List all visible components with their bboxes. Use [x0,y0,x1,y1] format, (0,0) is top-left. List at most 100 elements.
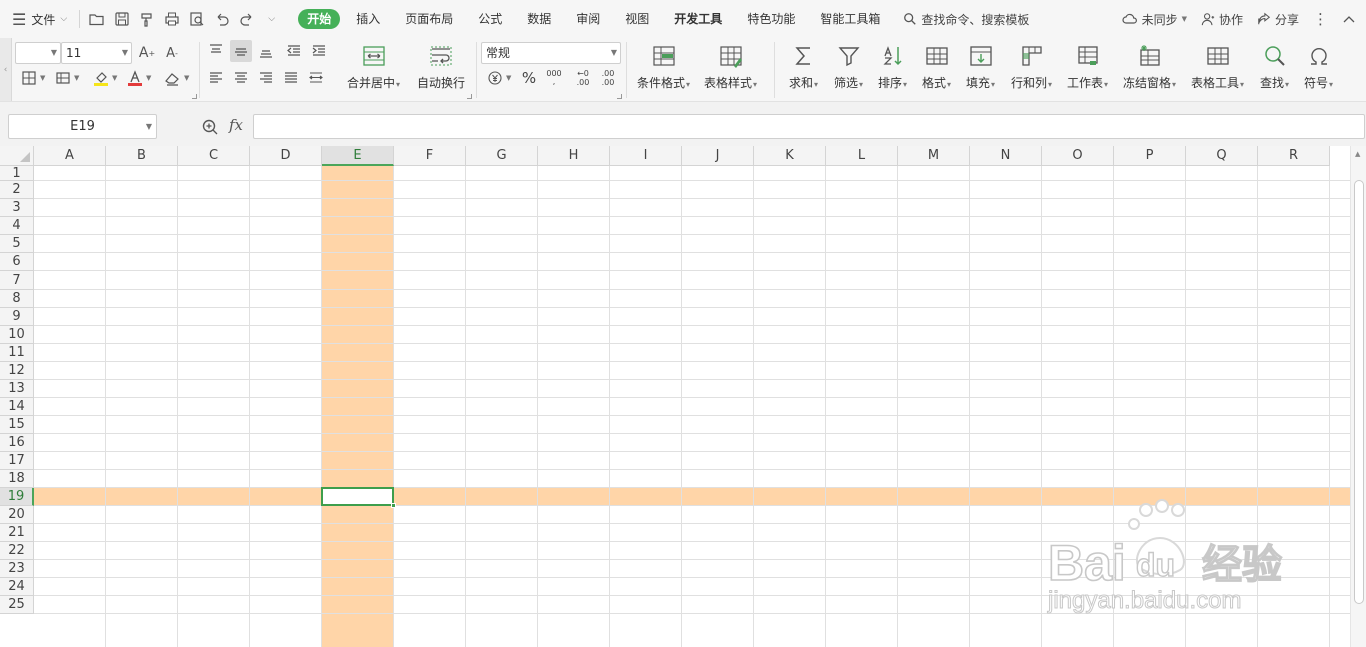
row-header-11[interactable]: 11 [0,344,34,362]
column-header-c[interactable]: C [178,146,250,166]
print-preview-icon[interactable] [184,8,209,30]
row-header-14[interactable]: 14 [0,398,34,416]
increase-indent-icon[interactable] [308,40,330,62]
row-header-8[interactable]: 8 [0,290,34,308]
column-header-n[interactable]: N [970,146,1042,166]
tab-home[interactable]: 开始 [298,9,341,29]
row-header-6[interactable]: 6 [0,253,34,271]
row-header-20[interactable]: 20 [0,506,34,524]
column-header-b[interactable]: B [106,146,178,166]
column-header-g[interactable]: G [466,146,538,166]
decrease-indent-icon[interactable] [283,40,305,62]
column-header-p[interactable]: P [1114,146,1186,166]
tab-developer[interactable]: 开发工具 [662,9,734,29]
increase-font-icon[interactable]: A + [136,42,158,64]
font-color-icon[interactable] [124,67,146,89]
tab-view[interactable]: 视图 [613,9,661,29]
formula-input[interactable] [253,114,1365,139]
column-header-o[interactable]: O [1042,146,1114,166]
open-folder-icon[interactable] [84,8,109,30]
column-header-k[interactable]: K [754,146,826,166]
align-right-icon[interactable] [255,67,277,89]
row-header-25[interactable]: 25 [0,596,34,614]
spreadsheet-grid[interactable]: A B C D E F G H I J K L M N O P Q R 1 2 3 4 5 6 7 8 9 10 11 12 13 14 15 1… [0,146,1350,647]
command-search[interactable]: 查找命令、搜索模板 [903,11,1029,28]
row-header-17[interactable]: 17 [0,452,34,470]
format-painter-icon[interactable] [134,8,159,30]
scrollbar-thumb[interactable] [1354,180,1364,604]
format-button[interactable]: 格式▾ [922,42,951,91]
undo-icon[interactable] [209,8,234,30]
worksheet-button[interactable]: 工作表▾ [1067,42,1108,91]
select-all-corner[interactable] [0,146,34,166]
symbol-button[interactable]: 符号▾ [1304,42,1333,91]
save-icon[interactable] [109,8,134,30]
alignment-dialog-launcher[interactable] [467,94,472,99]
ribbon-scroll-left[interactable]: ‹ [0,38,12,101]
row-header-23[interactable]: 23 [0,560,34,578]
eraser-icon[interactable] [161,67,183,89]
column-header-f[interactable]: F [394,146,466,166]
fill-button[interactable]: 填充▾ [966,42,995,91]
conditional-format-button[interactable]: 条件格式▾ [637,42,690,91]
borders-icon[interactable] [18,67,40,89]
freeze-panes-button[interactable]: 冻结窗格▾ [1123,42,1176,91]
cell-style-icon[interactable] [52,67,74,89]
find-button[interactable]: 查找▾ [1260,42,1289,91]
table-tools-button[interactable]: 表格工具▾ [1191,42,1244,91]
row-header-1[interactable]: 1 [0,166,34,181]
row-header-21[interactable]: 21 [0,524,34,542]
fill-handle[interactable] [391,503,396,508]
print-icon[interactable] [159,8,184,30]
row-header-13[interactable]: 13 [0,380,34,398]
column-header-m[interactable]: M [898,146,970,166]
decrease-font-icon[interactable]: A- [161,42,183,64]
collaborate-button[interactable]: 协作 [1201,11,1243,28]
redo-icon[interactable] [234,8,259,30]
filter-button[interactable]: 筛选▾ [834,42,863,91]
row-header-3[interactable]: 3 [0,199,34,217]
decrease-decimal-button[interactable]: .00.00 [597,67,619,89]
column-header-q[interactable]: Q [1186,146,1258,166]
name-box[interactable]: E19 ▼ [8,114,157,139]
sort-button[interactable]: 排序▾ [878,42,907,91]
tab-review[interactable]: 审阅 [564,9,612,29]
align-left-icon[interactable] [205,67,227,89]
increase-decimal-button[interactable]: ←0.00 [572,67,594,89]
align-top-icon[interactable] [205,40,227,62]
file-menu[interactable]: ☰ 文件 ⌵ [12,10,67,29]
tab-data[interactable]: 数据 [515,9,563,29]
row-header-2[interactable]: 2 [0,181,34,199]
number-format-select[interactable]: 常规 ▼ [481,42,621,64]
column-header-r[interactable]: R [1258,146,1330,166]
row-header-4[interactable]: 4 [0,217,34,235]
auto-wrap-button[interactable]: 自动换行 [417,42,465,91]
tab-special-features[interactable]: 特色功能 [735,9,807,29]
column-header-d[interactable]: D [250,146,322,166]
collapse-ribbon-icon[interactable] [1342,14,1356,24]
align-bottom-icon[interactable] [255,40,277,62]
column-header-a[interactable]: A [34,146,106,166]
row-header-16[interactable]: 16 [0,434,34,452]
row-header-18[interactable]: 18 [0,470,34,488]
row-header-9[interactable]: 9 [0,308,34,326]
row-header-5[interactable]: 5 [0,235,34,253]
sum-button[interactable]: 求和▾ [789,42,818,91]
active-cell[interactable] [321,487,394,506]
row-header-10[interactable]: 10 [0,326,34,344]
column-header-i[interactable]: I [610,146,682,166]
row-header-7[interactable]: 7 [0,271,34,290]
tab-insert[interactable]: 插入 [344,9,392,29]
font-name-select[interactable]: ▼ [15,42,61,64]
sync-status[interactable]: 未同步 ▼ [1122,11,1187,28]
column-header-j[interactable]: J [682,146,754,166]
column-header-l[interactable]: L [826,146,898,166]
tab-page-layout[interactable]: 页面布局 [393,9,465,29]
tab-formulas[interactable]: 公式 [466,9,514,29]
share-button[interactable]: 分享 [1257,11,1299,28]
row-header-22[interactable]: 22 [0,542,34,560]
tab-smart-toolbox[interactable]: 智能工具箱 [808,9,892,29]
thousands-separator-button[interactable]: 000, [543,67,565,89]
merge-center-button[interactable]: 合并居中▾ [347,42,400,91]
font-dialog-launcher[interactable] [192,94,197,99]
